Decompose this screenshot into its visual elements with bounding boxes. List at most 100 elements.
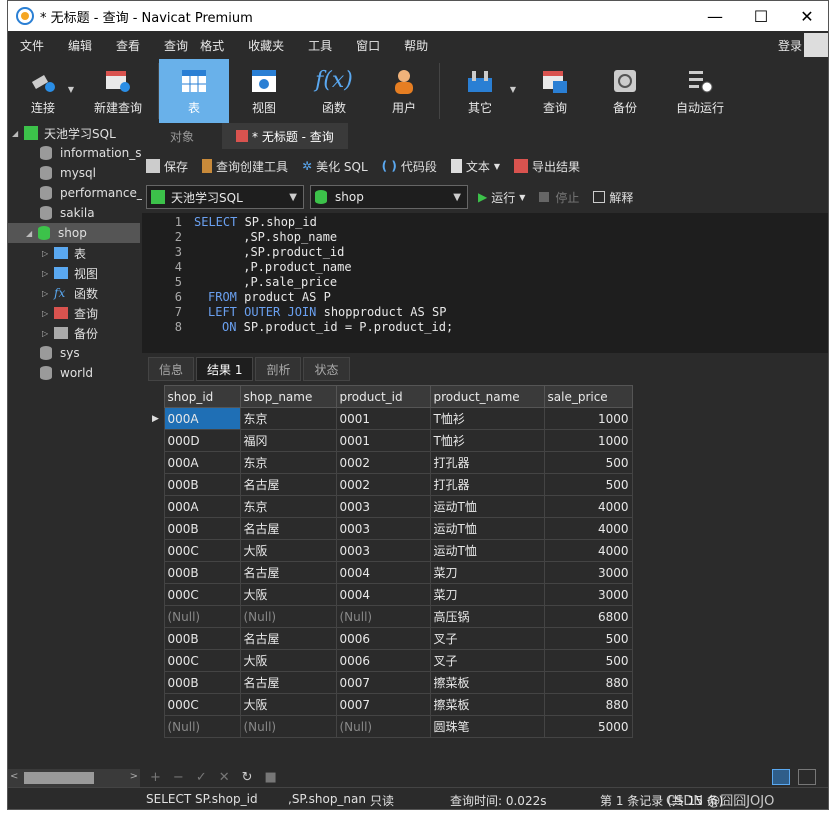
cell-sale-price[interactable]: 1000 — [543, 407, 633, 430]
cell-product-name[interactable]: 打孔器 — [429, 473, 545, 496]
table-row[interactable]: (Null) (Null) (Null) 圆珠笔 5000 — [152, 715, 633, 738]
tree-db-world[interactable]: world — [40, 363, 93, 383]
table-row[interactable]: 000B 名古屋 0003 运动T恤 4000 — [152, 517, 633, 540]
run-button[interactable]: ▶ 运行 ▼ — [478, 189, 525, 206]
table-row[interactable]: 000C 大阪 0004 菜刀 3000 — [152, 583, 633, 606]
menu-tools[interactable]: 工具 — [296, 37, 344, 54]
cell-product-id[interactable]: 0003 — [335, 517, 431, 540]
cell-shop-id[interactable]: (Null) — [163, 715, 241, 738]
cell-shop-id[interactable]: 000B — [163, 517, 241, 540]
cell-sale-price[interactable]: 3000 — [543, 561, 633, 584]
cell-shop-id[interactable]: 000B — [163, 671, 241, 694]
column-header-sale-price[interactable]: sale_price — [543, 385, 633, 408]
text-button[interactable]: 文本 ▼ — [450, 158, 500, 175]
table-row[interactable]: (Null) (Null) (Null) 高压锅 6800 — [152, 605, 633, 628]
cell-product-name[interactable]: 菜刀 — [429, 583, 545, 606]
cell-shop-name[interactable]: (Null) — [239, 715, 337, 738]
cell-shop-name[interactable]: 名古屋 — [239, 627, 337, 650]
cell-product-name[interactable]: 打孔器 — [429, 451, 545, 474]
cell-shop-name[interactable]: 大阪 — [239, 649, 337, 672]
user-button[interactable]: 用户 — [369, 59, 439, 123]
menu-window[interactable]: 窗口 — [344, 37, 392, 54]
backup-button[interactable]: 备份 — [590, 59, 660, 123]
tree-db-performance[interactable]: performance_ — [40, 183, 143, 203]
cell-sale-price[interactable]: 500 — [543, 473, 633, 496]
cell-shop-name[interactable]: 名古屋 — [239, 473, 337, 496]
sql-editor[interactable]: 1 SELECT SP.shop_id 2 ,SP.shop_name 3 ,SP… — [142, 213, 828, 353]
minimize-button[interactable]: — — [692, 1, 738, 31]
discard-icon[interactable]: ✕ — [219, 770, 230, 785]
cell-product-name[interactable]: 高压锅 — [429, 605, 545, 628]
cell-sale-price[interactable]: 880 — [543, 671, 633, 694]
cell-shop-name[interactable]: 大阪 — [239, 583, 337, 606]
cell-shop-id[interactable]: 000A — [163, 495, 241, 518]
query-builder-button[interactable]: 查询创建工具 — [202, 158, 288, 175]
tree-shop-views[interactable]: ▷ 视图 — [42, 263, 98, 283]
tab-query[interactable]: * 无标题 - 查询 — [222, 123, 348, 149]
cell-shop-name[interactable]: 大阪 — [239, 539, 337, 562]
cell-sale-price[interactable]: 500 — [543, 649, 633, 672]
cell-shop-id[interactable]: 000B — [163, 627, 241, 650]
cell-shop-id[interactable]: 000C — [163, 649, 241, 672]
tree-shop-queries[interactable]: ▷ 查询 — [42, 303, 98, 323]
cell-shop-name[interactable]: 大阪 — [239, 693, 337, 716]
beautify-sql-button[interactable]: ✲ 美化 SQL — [302, 158, 368, 175]
cell-product-id[interactable]: (Null) — [335, 605, 431, 628]
login-link[interactable]: 登录 — [778, 37, 802, 54]
column-header-shop-name[interactable]: shop_name — [239, 385, 337, 408]
scrollbar-thumb[interactable] — [24, 772, 94, 784]
table-row[interactable]: 000B 名古屋 0006 叉子 500 — [152, 627, 633, 650]
tab-status[interactable]: 状态 — [303, 357, 350, 381]
database-select[interactable]: shop ▼ — [310, 185, 468, 209]
cell-sale-price[interactable]: 5000 — [543, 715, 633, 738]
cell-product-name[interactable]: T恤衫 — [429, 407, 545, 430]
tab-profile[interactable]: 剖析 — [255, 357, 302, 381]
tree-shop-backups[interactable]: ▷ 备份 — [42, 323, 98, 343]
cell-product-name[interactable]: 擦菜板 — [429, 671, 545, 694]
cell-product-id[interactable]: 0006 — [335, 649, 431, 672]
cell-shop-id[interactable]: 000B — [163, 561, 241, 584]
connection-select[interactable]: 天池学习SQL ▼ — [146, 185, 304, 209]
column-header-product-id[interactable]: product_id — [335, 385, 431, 408]
cell-shop-id[interactable]: 000B — [163, 473, 241, 496]
stop-icon[interactable]: ■ — [265, 770, 277, 785]
cell-shop-name[interactable]: 东京 — [239, 407, 337, 430]
cell-product-id[interactable]: 0003 — [335, 539, 431, 562]
cell-product-name[interactable]: 运动T恤 — [429, 495, 545, 518]
cell-sale-price[interactable]: 4000 — [543, 539, 633, 562]
table-button[interactable]: 表 — [159, 59, 229, 123]
cell-product-id[interactable]: 0004 — [335, 561, 431, 584]
cell-shop-id[interactable]: (Null) — [163, 605, 241, 628]
menu-query[interactable]: 查询 — [152, 37, 200, 54]
tab-result-1[interactable]: 结果 1 — [196, 357, 254, 381]
table-row[interactable]: 000B 名古屋 0002 打孔器 500 — [152, 473, 633, 496]
grid-view-icon[interactable] — [772, 769, 790, 785]
cell-sale-price[interactable]: 3000 — [543, 583, 633, 606]
cell-product-id[interactable]: 0006 — [335, 627, 431, 650]
cell-product-id[interactable]: 0002 — [335, 473, 431, 496]
cell-product-name[interactable]: 运动T恤 — [429, 517, 545, 540]
close-button[interactable]: ✕ — [784, 1, 828, 31]
cell-shop-name[interactable]: 东京 — [239, 495, 337, 518]
table-row[interactable]: 000C 大阪 0007 擦菜板 880 — [152, 693, 633, 716]
table-row[interactable]: 000C 大阪 0006 叉子 500 — [152, 649, 633, 672]
stop-button[interactable]: 停止 — [539, 189, 579, 206]
table-row[interactable]: 000A 东京 0002 打孔器 500 — [152, 451, 633, 474]
table-row[interactable]: 000D 福冈 0001 T恤衫 1000 — [152, 429, 633, 452]
cell-shop-name[interactable]: (Null) — [239, 605, 337, 628]
tree-connection[interactable]: ◢ 天池学习SQL — [8, 123, 140, 143]
table-row[interactable]: 000A 东京 0003 运动T恤 4000 — [152, 495, 633, 518]
cell-sale-price[interactable]: 500 — [543, 451, 633, 474]
cell-shop-name[interactable]: 名古屋 — [239, 517, 337, 540]
table-row[interactable]: 000B 名古屋 0007 擦菜板 880 — [152, 671, 633, 694]
cell-sale-price[interactable]: 4000 — [543, 517, 633, 540]
explain-button[interactable]: 解释 — [593, 189, 633, 206]
menu-view[interactable]: 查看 — [104, 37, 152, 54]
cell-product-name[interactable]: 圆珠笔 — [429, 715, 545, 738]
cell-product-id[interactable]: 0004 — [335, 583, 431, 606]
tree-db-sakila[interactable]: sakila — [40, 203, 95, 223]
tree-db-mysql[interactable]: mysql — [40, 163, 96, 183]
tree-shop-tables[interactable]: ▷ 表 — [42, 243, 86, 263]
table-row[interactable]: 000C 大阪 0003 运动T恤 4000 — [152, 539, 633, 562]
tree-db-shop[interactable]: ◢ shop — [8, 223, 140, 243]
